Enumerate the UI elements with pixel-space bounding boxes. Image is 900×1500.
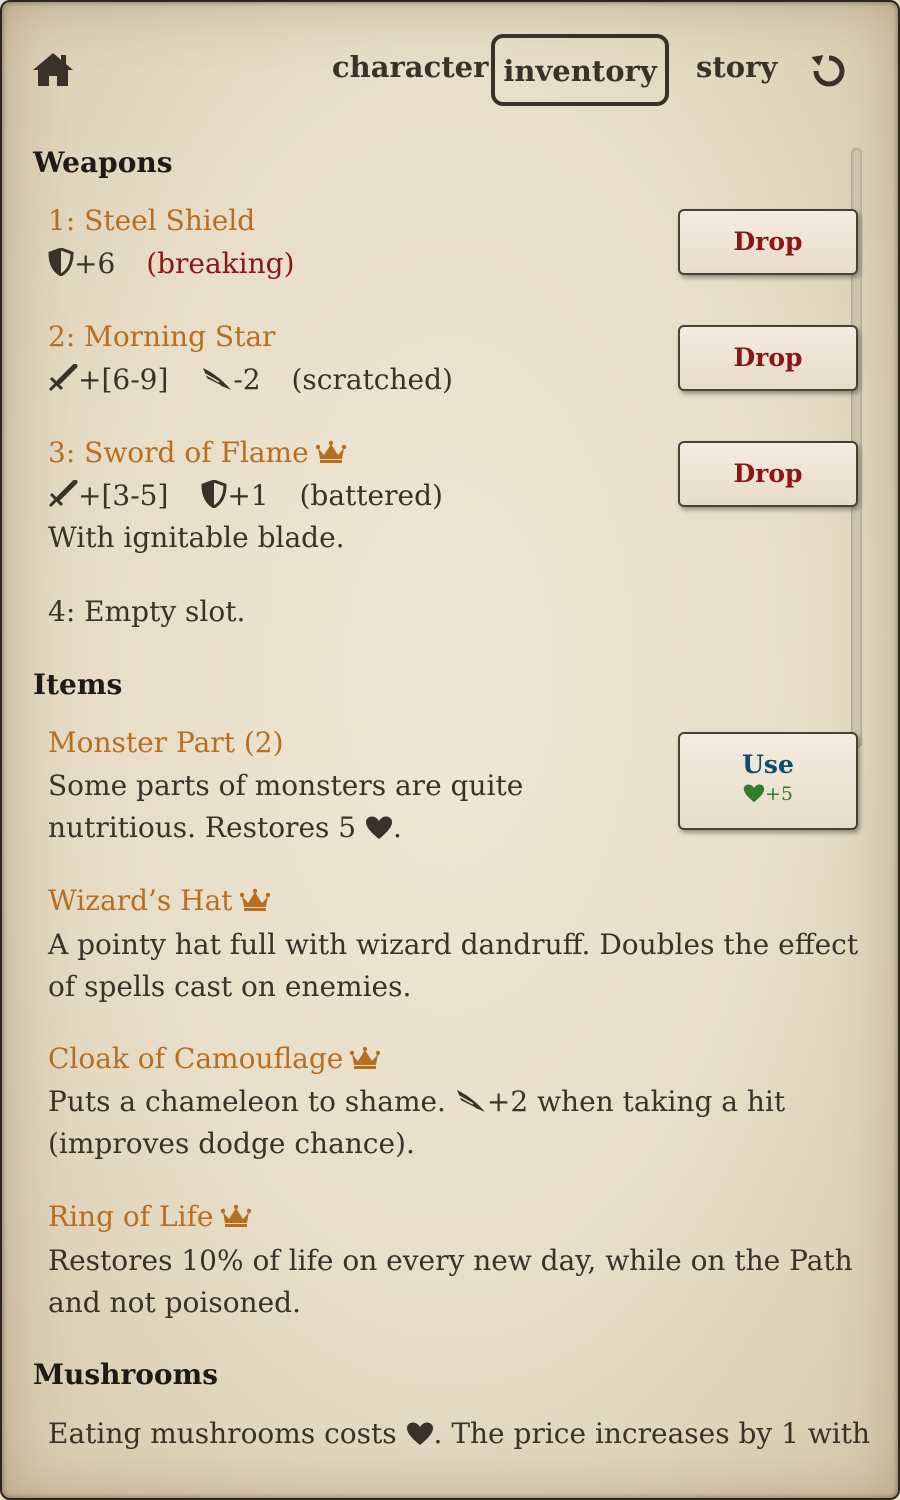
tab-inventory[interactable]: inventory [491, 34, 669, 106]
mushrooms-description: Eating mushrooms costs . The price incre… [48, 1417, 870, 1450]
weapon-name: 2: Morning Star [48, 320, 276, 353]
heart-icon [406, 1422, 433, 1445]
stat-value: +6 [74, 247, 116, 280]
top-nav: character inventory story [0, 0, 900, 140]
weapon-stats: +6 (breaking) [48, 247, 295, 280]
item-name-text: Ring of Life [48, 1200, 214, 1233]
section-weapons-title: Weapons [33, 146, 173, 179]
item-name: Monster Part (2) [48, 726, 284, 759]
item-description-text: when taking a hit [537, 1085, 786, 1118]
stat-value: +[6-9] [78, 363, 169, 396]
item-name-text: Cloak of Camouflage [48, 1042, 344, 1075]
sword-icon [48, 364, 78, 392]
item-name: Wizard’s Hat [48, 884, 271, 917]
item-description-text: nutritious. Restores 5 [48, 811, 357, 844]
crown-icon [315, 440, 346, 463]
weapon-stats: +[3-5] +1 (battered) [48, 479, 443, 512]
wing-icon [456, 1090, 485, 1112]
use-effect: +5 [680, 780, 856, 808]
item-name-text: Wizard’s Hat [48, 884, 233, 917]
item-description-text: Puts a chameleon to shame. [48, 1085, 446, 1118]
stat-value: +2 [486, 1085, 529, 1118]
section-items-title: Items [33, 668, 123, 701]
weapon-description: With ignitable blade. [48, 521, 345, 554]
use-button[interactable]: Use +5 [678, 732, 858, 830]
wing-icon [203, 368, 232, 390]
item-name: Ring of Life [48, 1200, 252, 1233]
crown-icon [350, 1046, 381, 1069]
weapon-name: 1: Steel Shield [48, 204, 256, 237]
condition-label: (breaking) [146, 247, 295, 280]
mushrooms-text: Eating mushrooms costs [48, 1417, 397, 1450]
weapon-stats: +[6-9] -2 (scratched) [48, 363, 453, 396]
home-icon[interactable] [30, 50, 76, 88]
use-button-label: Use [742, 750, 794, 779]
mushrooms-text: . The price increases by 1 with [433, 1417, 871, 1450]
tab-story[interactable]: story [696, 50, 777, 84]
shield-icon [201, 480, 227, 508]
item-description: nutritious. Restores 5 . [48, 811, 402, 844]
weapon-name: 3: Sword of Flame [48, 436, 347, 469]
stat-value: +1 [227, 479, 269, 512]
crown-icon [220, 1204, 251, 1227]
heart-icon [743, 784, 765, 803]
stat-value: +[3-5] [78, 479, 169, 512]
heart-icon [366, 816, 393, 839]
tab-character[interactable]: character [332, 50, 488, 84]
shield-icon [48, 248, 74, 276]
restart-icon[interactable] [810, 52, 848, 90]
crown-icon [239, 888, 270, 911]
drop-button[interactable]: Drop [678, 325, 858, 391]
drop-button[interactable]: Drop [678, 441, 858, 507]
stat-value: -2 [233, 363, 261, 396]
item-description: Restores 10% of life on every new day, w… [48, 1244, 853, 1319]
item-description: (improves dodge chance). [48, 1127, 415, 1160]
item-description: Some parts of monsters are quite [48, 769, 524, 802]
weapon-name-text: 3: Sword of Flame [48, 436, 309, 469]
condition-label: (scratched) [291, 363, 453, 396]
drop-button[interactable]: Drop [678, 209, 858, 275]
item-description-text: . [393, 811, 402, 844]
section-mushrooms-title: Mushrooms [33, 1358, 218, 1391]
sword-icon [48, 480, 78, 508]
item-description: A pointy hat full with wizard dandruff. … [48, 928, 859, 1003]
condition-label: (battered) [299, 479, 443, 512]
empty-slot: 4: Empty slot. [48, 595, 246, 628]
item-description: Puts a chameleon to shame. +2 when takin… [48, 1085, 785, 1118]
use-effect-value: +5 [764, 783, 793, 805]
item-name: Cloak of Camouflage [48, 1042, 381, 1075]
